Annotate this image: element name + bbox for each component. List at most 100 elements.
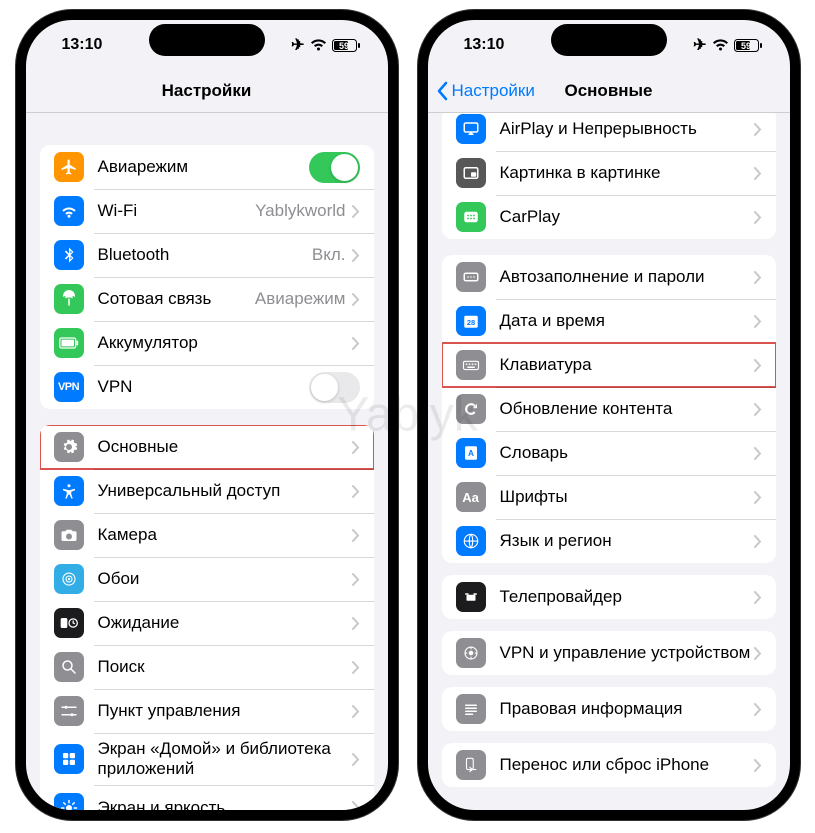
chevron-right-icon: [754, 447, 762, 460]
settings-row-accessibility[interactable]: Универсальный доступ: [40, 469, 374, 513]
status-time: 13:10: [464, 36, 505, 54]
settings-row-airplay[interactable]: AirPlay и Непрерывность: [442, 113, 776, 151]
nav-bar: Настройки: [26, 70, 388, 113]
settings-row-vpn-device[interactable]: VPN и управление устройством: [442, 631, 776, 675]
settings-row-legal[interactable]: Правовая информация: [442, 687, 776, 731]
settings-row-language[interactable]: Язык и регион: [442, 519, 776, 563]
language-icon: [456, 526, 486, 556]
row-label: VPN и управление устройством: [500, 643, 754, 663]
settings-group: VPN и управление устройством: [442, 631, 776, 675]
dictionary-icon: A: [456, 438, 486, 468]
back-label: Настройки: [452, 81, 535, 101]
chevron-right-icon: [352, 337, 360, 350]
refresh-icon: [456, 394, 486, 424]
airplane-icon: ✈︎: [693, 35, 706, 55]
chevron-right-icon: [352, 705, 360, 718]
settings-group: Телепровайдер: [442, 575, 776, 619]
row-label: Обновление контента: [500, 399, 754, 419]
vpn-icon: VPN: [54, 372, 84, 402]
row-label: Дата и время: [500, 311, 754, 331]
tv-icon: [456, 582, 486, 612]
settings-group: Автозаполнение и пароли 28 Дата и время Кла…: [442, 255, 776, 563]
chevron-right-icon: [754, 535, 762, 548]
chevron-right-icon: [352, 205, 360, 218]
wifi-icon: [310, 39, 327, 51]
settings-row-vpn[interactable]: VPN VPN: [40, 365, 374, 409]
settings-row-control[interactable]: Пункт управления: [40, 689, 374, 733]
settings-row-keyboard[interactable]: Клавиатура: [442, 343, 776, 387]
chevron-right-icon: [754, 647, 762, 660]
settings-content[interactable]: АвиарежимWi-FiYablykworldBluetoothВкл.Со…: [26, 113, 388, 810]
settings-row-standby[interactable]: Ожидание: [40, 601, 374, 645]
chevron-right-icon: [352, 485, 360, 498]
row-label: Клавиатура: [500, 355, 754, 375]
svg-text:59: 59: [740, 41, 750, 51]
settings-row-home[interactable]: Экран «Домой» и библиотека приложений: [40, 733, 374, 786]
chevron-right-icon: [754, 403, 762, 416]
row-label: VPN: [98, 377, 309, 397]
row-label: Поиск: [98, 657, 352, 677]
chevron-right-icon: [754, 759, 762, 772]
chevron-right-icon: [754, 123, 762, 136]
general-content[interactable]: AirPlay и НепрерывностьКартинка в картин…: [428, 113, 790, 810]
airplane-icon: ✈︎: [291, 35, 304, 55]
settings-row-refresh[interactable]: Обновление контента: [442, 387, 776, 431]
chevron-right-icon: [754, 591, 762, 604]
settings-row-carplay[interactable]: CarPlay: [442, 195, 776, 239]
chevron-right-icon: [754, 211, 762, 224]
settings-row-transfer[interactable]: Перенос или сброс iPhone: [442, 743, 776, 787]
chevron-right-icon: [352, 249, 360, 262]
row-label: Пункт управления: [98, 701, 352, 721]
back-button[interactable]: Настройки: [436, 81, 535, 101]
airplane-icon: [54, 152, 84, 182]
row-label: Словарь: [500, 443, 754, 463]
settings-row-dictionary[interactable]: A Словарь: [442, 431, 776, 475]
settings-row-pip[interactable]: Картинка в картинке: [442, 151, 776, 195]
toggle-switch[interactable]: [309, 372, 360, 403]
chevron-right-icon: [352, 661, 360, 674]
settings-group: Перенос или сброс iPhone: [442, 743, 776, 787]
row-label: Камера: [98, 525, 352, 545]
standby-icon: [54, 608, 84, 638]
settings-row-datetime[interactable]: 28 Дата и время: [442, 299, 776, 343]
settings-row-autofill[interactable]: Автозаполнение и пароли: [442, 255, 776, 299]
row-value: Вкл.: [312, 245, 346, 265]
control-icon: [54, 696, 84, 726]
settings-row-cellular[interactable]: Сотовая связьАвиарежим: [40, 277, 374, 321]
settings-row-airplane[interactable]: Авиарежим: [40, 145, 374, 189]
camera-icon: [54, 520, 84, 550]
chevron-left-icon: [436, 81, 448, 101]
settings-row-search[interactable]: Поиск: [40, 645, 374, 689]
row-label: Автозаполнение и пароли: [500, 267, 754, 287]
chevron-right-icon: [352, 441, 360, 454]
accessibility-icon: [54, 476, 84, 506]
brightness-icon: [54, 793, 84, 810]
status-time: 13:10: [62, 36, 103, 54]
settings-row-brightness[interactable]: Экран и яркость: [40, 786, 374, 810]
nav-bar: Настройки Основные: [428, 70, 790, 113]
settings-row-battery[interactable]: Аккумулятор: [40, 321, 374, 365]
settings-row-gear[interactable]: Основные: [40, 425, 374, 469]
battery-icon: [54, 328, 84, 358]
toggle-switch[interactable]: [309, 152, 360, 183]
settings-row-fonts[interactable]: AaШрифты: [442, 475, 776, 519]
fonts-icon: Aa: [456, 482, 486, 512]
settings-row-camera[interactable]: Камера: [40, 513, 374, 557]
battery-icon: 59: [332, 39, 360, 52]
wifi-icon: [54, 196, 84, 226]
row-label: Универсальный доступ: [98, 481, 352, 501]
row-label: Правовая информация: [500, 699, 754, 719]
settings-row-bluetooth[interactable]: BluetoothВкл.: [40, 233, 374, 277]
svg-text:A: A: [468, 449, 474, 458]
airplay-icon: [456, 114, 486, 144]
settings-row-wallpaper[interactable]: Обои: [40, 557, 374, 601]
pip-icon: [456, 158, 486, 188]
transfer-icon: [456, 750, 486, 780]
settings-row-tv[interactable]: Телепровайдер: [442, 575, 776, 619]
carplay-icon: [456, 202, 486, 232]
svg-text:28: 28: [466, 318, 474, 327]
settings-row-wifi[interactable]: Wi-FiYablykworld: [40, 189, 374, 233]
phone-left: 13:10 ✈︎ 59 Настройки АвиарежимWi-FiYabl…: [16, 10, 398, 820]
nav-title: Основные: [564, 81, 652, 101]
row-label: Перенос или сброс iPhone: [500, 755, 754, 775]
